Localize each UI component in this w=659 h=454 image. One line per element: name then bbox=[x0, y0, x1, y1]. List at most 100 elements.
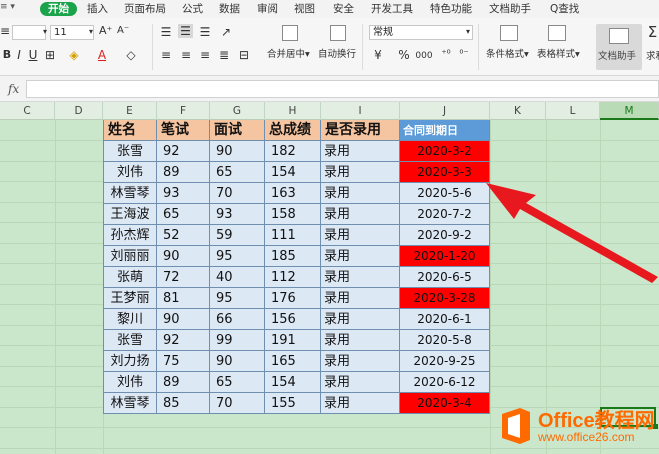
header-contract-end[interactable]: 合同到期日 bbox=[400, 120, 490, 141]
table-style-icon[interactable] bbox=[548, 25, 566, 41]
cell-interview-score[interactable]: 90 bbox=[210, 351, 265, 372]
sum-icon[interactable]: Σ bbox=[646, 25, 659, 40]
cell-contract-end-date[interactable]: 2020-3-3 bbox=[400, 162, 490, 183]
header-name[interactable]: 姓名 bbox=[103, 120, 157, 141]
menu-dropdown-icon[interactable]: ≡ ▾ bbox=[0, 2, 15, 12]
column-header-c[interactable]: C bbox=[0, 102, 55, 120]
cell-total-score[interactable]: 185 bbox=[265, 246, 321, 267]
cell-total-score[interactable]: 165 bbox=[265, 351, 321, 372]
header-interview[interactable]: 面试 bbox=[210, 120, 265, 141]
cell-interview-score[interactable]: 66 bbox=[210, 309, 265, 330]
thousands-button[interactable]: 000 bbox=[414, 49, 434, 63]
cell-written-score[interactable]: 52 bbox=[157, 225, 210, 246]
column-header-l[interactable]: L bbox=[546, 102, 600, 120]
menu-search[interactable]: Q查找 bbox=[550, 2, 579, 16]
cell-name[interactable]: 林雪琴 bbox=[103, 183, 157, 204]
underline-button[interactable]: U bbox=[28, 48, 38, 62]
cell-interview-score[interactable]: 65 bbox=[210, 372, 265, 393]
cell-interview-score[interactable]: 90 bbox=[210, 141, 265, 162]
cell-written-score[interactable]: 72 bbox=[157, 267, 210, 288]
chevron-down-icon[interactable]: ▾ bbox=[40, 25, 50, 39]
menu-tab-view[interactable]: 视图 bbox=[294, 2, 315, 16]
cell-written-score[interactable]: 93 bbox=[157, 183, 210, 204]
cell-total-score[interactable]: 154 bbox=[265, 372, 321, 393]
merge-center-button[interactable]: 合并居中▾ bbox=[267, 49, 310, 61]
column-header-h[interactable]: H bbox=[265, 102, 321, 120]
column-header-k[interactable]: K bbox=[490, 102, 546, 120]
cell-contract-end-date[interactable]: 2020-3-2 bbox=[400, 141, 490, 162]
wrap-text-icon[interactable] bbox=[330, 25, 346, 41]
cell-hired-status[interactable]: 录用 bbox=[321, 393, 400, 414]
percent-button[interactable]: % bbox=[397, 48, 411, 62]
orientation-icon[interactable]: ↗ bbox=[220, 25, 232, 39]
cell-contract-end-date[interactable]: 2020-6-12 bbox=[400, 372, 490, 393]
cell-contract-end-date[interactable]: 2020-9-25 bbox=[400, 351, 490, 372]
align-top-icon[interactable]: ☰ bbox=[160, 25, 172, 39]
sum-button[interactable]: 求和 bbox=[646, 51, 659, 63]
grow-font-icon[interactable]: A⁺ bbox=[99, 24, 112, 38]
cell-total-score[interactable]: 163 bbox=[265, 183, 321, 204]
cell-interview-score[interactable]: 65 bbox=[210, 162, 265, 183]
cell-interview-score[interactable]: 95 bbox=[210, 246, 265, 267]
cell-name[interactable]: 刘伟 bbox=[103, 372, 157, 393]
formula-input[interactable] bbox=[26, 80, 659, 98]
currency-button[interactable]: ¥ bbox=[372, 48, 384, 62]
cell-hired-status[interactable]: 录用 bbox=[321, 246, 400, 267]
cell-written-score[interactable]: 85 bbox=[157, 393, 210, 414]
cell-interview-score[interactable]: 95 bbox=[210, 288, 265, 309]
cell-name[interactable]: 张雪 bbox=[103, 141, 157, 162]
cell-total-score[interactable]: 156 bbox=[265, 309, 321, 330]
cell-hired-status[interactable]: 录用 bbox=[321, 204, 400, 225]
conditional-format-icon[interactable] bbox=[500, 25, 518, 41]
menu-tab-data[interactable]: 数据 bbox=[219, 2, 240, 16]
column-header-i[interactable]: I bbox=[321, 102, 400, 120]
cell-contract-end-date[interactable]: 2020-3-4 bbox=[400, 393, 490, 414]
column-header-m[interactable]: M bbox=[600, 102, 659, 120]
cell-total-score[interactable]: 182 bbox=[265, 141, 321, 162]
cell-contract-end-date[interactable]: 2020-6-5 bbox=[400, 267, 490, 288]
menu-tab-insert[interactable]: 插入 bbox=[87, 2, 108, 16]
cell-hired-status[interactable]: 录用 bbox=[321, 351, 400, 372]
cell-name[interactable]: 刘丽丽 bbox=[103, 246, 157, 267]
cell-hired-status[interactable]: 录用 bbox=[321, 330, 400, 351]
cell-interview-score[interactable]: 99 bbox=[210, 330, 265, 351]
menu-tab-page-layout[interactable]: 页面布局 bbox=[124, 2, 166, 16]
header-written[interactable]: 笔试 bbox=[157, 120, 210, 141]
fill-color-icon[interactable]: ◈ bbox=[68, 48, 80, 62]
italic-button[interactable]: I bbox=[14, 48, 24, 62]
menu-tab-start[interactable]: 开始 bbox=[40, 2, 77, 16]
align-bottom-icon[interactable]: ☰ bbox=[199, 25, 211, 39]
cell-written-score[interactable]: 90 bbox=[157, 309, 210, 330]
cell-contract-end-date[interactable]: 2020-5-8 bbox=[400, 330, 490, 351]
menu-tab-review[interactable]: 审阅 bbox=[257, 2, 278, 16]
number-format-select[interactable]: 常规 bbox=[369, 25, 473, 40]
cell-name[interactable]: 孙杰辉 bbox=[103, 225, 157, 246]
cell-total-score[interactable]: 112 bbox=[265, 267, 321, 288]
cell-total-score[interactable]: 155 bbox=[265, 393, 321, 414]
cell-contract-end-date[interactable]: 2020-7-2 bbox=[400, 204, 490, 225]
cell-name[interactable]: 张萌 bbox=[103, 267, 157, 288]
cell-written-score[interactable]: 65 bbox=[157, 204, 210, 225]
cell-hired-status[interactable]: 录用 bbox=[321, 372, 400, 393]
cell-contract-end-date[interactable]: 2020-6-1 bbox=[400, 309, 490, 330]
cell-interview-score[interactable]: 93 bbox=[210, 204, 265, 225]
font-color-icon[interactable]: A bbox=[96, 48, 108, 62]
cell-interview-score[interactable]: 70 bbox=[210, 183, 265, 204]
cell-name[interactable]: 王海波 bbox=[103, 204, 157, 225]
cell-written-score[interactable]: 90 bbox=[157, 246, 210, 267]
cell-total-score[interactable]: 158 bbox=[265, 204, 321, 225]
increase-decimal-icon[interactable]: ⁺⁰ bbox=[440, 48, 452, 62]
bold-button[interactable]: B bbox=[2, 48, 12, 62]
column-header-e[interactable]: E bbox=[103, 102, 157, 120]
cell-name[interactable]: 林雪琴 bbox=[103, 393, 157, 414]
column-header-j[interactable]: J bbox=[400, 102, 490, 120]
menu-tab-formula[interactable]: 公式 bbox=[182, 2, 203, 16]
cell-name[interactable]: 刘伟 bbox=[103, 162, 157, 183]
cell-name[interactable]: 王梦丽 bbox=[103, 288, 157, 309]
align-icon[interactable]: ≡ bbox=[0, 24, 10, 38]
wrap-text-button[interactable]: 自动换行 bbox=[318, 49, 356, 61]
align-left-icon[interactable]: ≡ bbox=[160, 48, 172, 62]
cell-interview-score[interactable]: 70 bbox=[210, 393, 265, 414]
menu-tab-developer[interactable]: 开发工具 bbox=[371, 2, 413, 16]
cell-hired-status[interactable]: 录用 bbox=[321, 267, 400, 288]
